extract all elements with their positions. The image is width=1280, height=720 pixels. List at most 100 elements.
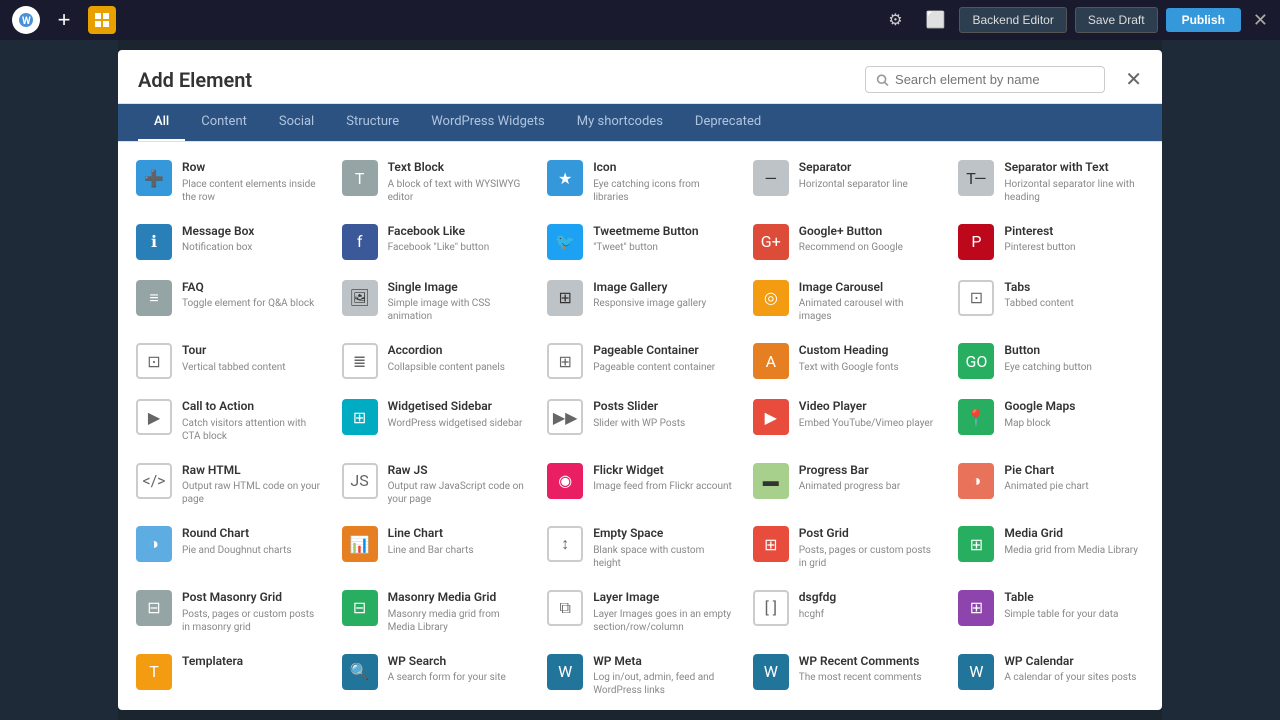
element-item[interactable]: 🔍WP SearchA search form for your site [332, 644, 538, 708]
element-icon: G+ [753, 224, 789, 260]
element-item[interactable]: T—Separator with TextHorizontal separato… [948, 150, 1154, 214]
element-name: Custom Heading [799, 343, 939, 359]
element-desc: Vertical tabbed content [182, 361, 322, 374]
tab-wp_widgets[interactable]: WordPress Widgets [415, 104, 561, 141]
element-item[interactable]: 🐦Tweetmeme Button"Tweet" button [537, 214, 743, 270]
element-name: Raw HTML [182, 463, 322, 479]
element-name: Accordion [388, 343, 528, 359]
element-item[interactable]: WWP Tag CloudYour most used tags in clou… [332, 707, 538, 710]
element-desc: A block of text with WYSIWYG editor [388, 178, 528, 204]
element-item[interactable]: ⊞Post GridPosts, pages or custom posts i… [743, 516, 949, 580]
tab-social[interactable]: Social [263, 104, 330, 141]
search-input[interactable] [895, 72, 1094, 87]
tab-all[interactable]: All [138, 104, 185, 141]
element-item[interactable]: TText BlockA block of text with WYSIWYG … [332, 150, 538, 214]
element-desc: Output raw HTML code on your page [182, 480, 322, 506]
element-item[interactable]: PPinterestPinterest button [948, 214, 1154, 270]
element-icon: ◉ [547, 463, 583, 499]
element-item[interactable]: WWP Recent PostsThe most recent posts on… [948, 707, 1154, 710]
tab-structure[interactable]: Structure [330, 104, 415, 141]
tab-my_shortcodes[interactable]: My shortcodes [561, 104, 679, 141]
add-button[interactable]: + [50, 6, 78, 34]
side-panel-right [1162, 40, 1280, 720]
element-desc: Line and Bar charts [388, 544, 528, 557]
element-item[interactable]: ℹMessage BoxNotification box [126, 214, 332, 270]
element-item[interactable]: ⊞TableSimple table for your data [948, 580, 1154, 644]
element-item[interactable]: ◎Image CarouselAnimated carousel with im… [743, 270, 949, 334]
element-item[interactable]: ◉Flickr WidgetImage feed from Flickr acc… [537, 453, 743, 517]
element-item[interactable]: WWP MetaLog in/out, admin, feed and Word… [537, 644, 743, 708]
backend-editor-button[interactable]: Backend Editor [959, 7, 1066, 33]
element-name: Button [1004, 343, 1144, 359]
element-desc: "Tweet" button [593, 241, 733, 254]
element-item[interactable]: 📊Line ChartLine and Bar charts [332, 516, 538, 580]
element-item[interactable]: JSRaw JSOutput raw JavaScript code on yo… [332, 453, 538, 517]
publish-button[interactable]: Publish [1166, 8, 1241, 32]
element-item[interactable]: ⊞Pageable ContainerPageable content cont… [537, 333, 743, 389]
element-desc: Pageable content container [593, 361, 733, 374]
element-icon: ◑ [958, 463, 994, 499]
element-name: Image Carousel [799, 280, 939, 296]
element-item[interactable]: 📍Google MapsMap block [948, 389, 1154, 453]
element-item[interactable]: WWP Custom MenuUse this widget to add on… [537, 707, 743, 710]
element-item[interactable]: fFacebook LikeFacebook "Like" button [332, 214, 538, 270]
element-item[interactable]: ▶▶Posts SliderSlider with WP Posts [537, 389, 743, 453]
element-item[interactable]: ACustom HeadingText with Google fonts [743, 333, 949, 389]
element-item[interactable]: WWP CalendarA calendar of your sites pos… [948, 644, 1154, 708]
element-item[interactable]: ⊞Widgetised SidebarWordPress widgetised … [332, 389, 538, 453]
element-item[interactable]: 🖼Single ImageSimple image with CSS anima… [332, 270, 538, 334]
element-item[interactable]: ⊟Post Masonry GridPosts, pages or custom… [126, 580, 332, 644]
element-item[interactable]: ↕Empty SpaceBlank space with custom heig… [537, 516, 743, 580]
element-item[interactable]: ⊟Masonry Media GridMasonry media grid fr… [332, 580, 538, 644]
element-icon: ⊟ [136, 590, 172, 626]
element-item[interactable]: ⊞Media GridMedia grid from Media Library [948, 516, 1154, 580]
element-item[interactable]: —SeparatorHorizontal separator line [743, 150, 949, 214]
element-icon: ➕ [136, 160, 172, 196]
element-name: WP Meta [593, 654, 733, 670]
element-item[interactable]: ≣AccordionCollapsible content panels [332, 333, 538, 389]
element-item[interactable]: ⊞Image GalleryResponsive image gallery [537, 270, 743, 334]
toolbar-close-button[interactable]: ✕ [1253, 10, 1268, 31]
add-element-modal: Add Element ✕ AllContentSocialStructureW… [118, 50, 1162, 710]
element-item[interactable]: WWP Recent CommentsThe most recent comme… [743, 644, 949, 708]
element-item[interactable]: TTemplatera [126, 644, 332, 708]
modal-close-button[interactable]: ✕ [1125, 67, 1142, 92]
element-item[interactable]: ➕RowPlace content elements inside the ro… [126, 150, 332, 214]
element-icon: ⊞ [753, 526, 789, 562]
element-item[interactable]: ◑Pie ChartAnimated pie chart [948, 453, 1154, 517]
element-item[interactable]: ≡FAQToggle element for Q&A block [126, 270, 332, 334]
save-draft-button[interactable]: Save Draft [1075, 7, 1158, 33]
settings-icon[interactable]: ⚙ [879, 4, 911, 36]
element-item[interactable]: ⧉Layer ImageLayer Images goes in an empt… [537, 580, 743, 644]
grid-icon[interactable] [88, 6, 116, 34]
element-name: Video Player [799, 399, 939, 415]
element-item[interactable]: ⊡TourVertical tabbed content [126, 333, 332, 389]
tab-deprecated[interactable]: Deprecated [679, 104, 777, 141]
element-name: Text Block [388, 160, 528, 176]
element-icon: ≣ [342, 343, 378, 379]
element-item[interactable]: ▬Progress BarAnimated progress bar [743, 453, 949, 517]
element-item[interactable]: ▶Call to ActionCatch visitors attention … [126, 389, 332, 453]
tab-content[interactable]: Content [185, 104, 263, 141]
element-icon: ⊞ [958, 590, 994, 626]
element-desc: The most recent comments [799, 671, 939, 684]
element-item[interactable]: WWP PagesYour sites WordPress Pages [126, 707, 332, 710]
element-desc: Catch visitors attention with CTA block [182, 417, 322, 443]
element-item[interactable]: ◑Round ChartPie and Doughnut charts [126, 516, 332, 580]
element-desc: Output raw JavaScript code on your page [388, 480, 528, 506]
element-item[interactable]: ⊡TabsTabbed content [948, 270, 1154, 334]
element-item[interactable]: G+Google+ ButtonRecommend on Google [743, 214, 949, 270]
element-desc: Animated carousel with images [799, 297, 939, 323]
element-item[interactable]: ★IconEye catching icons from libraries [537, 150, 743, 214]
element-item[interactable]: GOButtonEye catching button [948, 333, 1154, 389]
element-item[interactable]: WWP TextArbitrary text or HTML [743, 707, 949, 710]
element-icon: 📊 [342, 526, 378, 562]
element-item[interactable]: ▶Video PlayerEmbed YouTube/Vimeo player [743, 389, 949, 453]
preview-icon[interactable]: ⬜ [919, 4, 951, 36]
element-desc: hcghf [799, 608, 939, 621]
element-name: Call to Action [182, 399, 322, 415]
element-item[interactable]: [ ]dsgfdghcghf [743, 580, 949, 644]
element-item[interactable]: </>Raw HTMLOutput raw HTML code on your … [126, 453, 332, 517]
element-desc: Media grid from Media Library [1004, 544, 1144, 557]
element-desc: Blank space with custom height [593, 544, 733, 570]
